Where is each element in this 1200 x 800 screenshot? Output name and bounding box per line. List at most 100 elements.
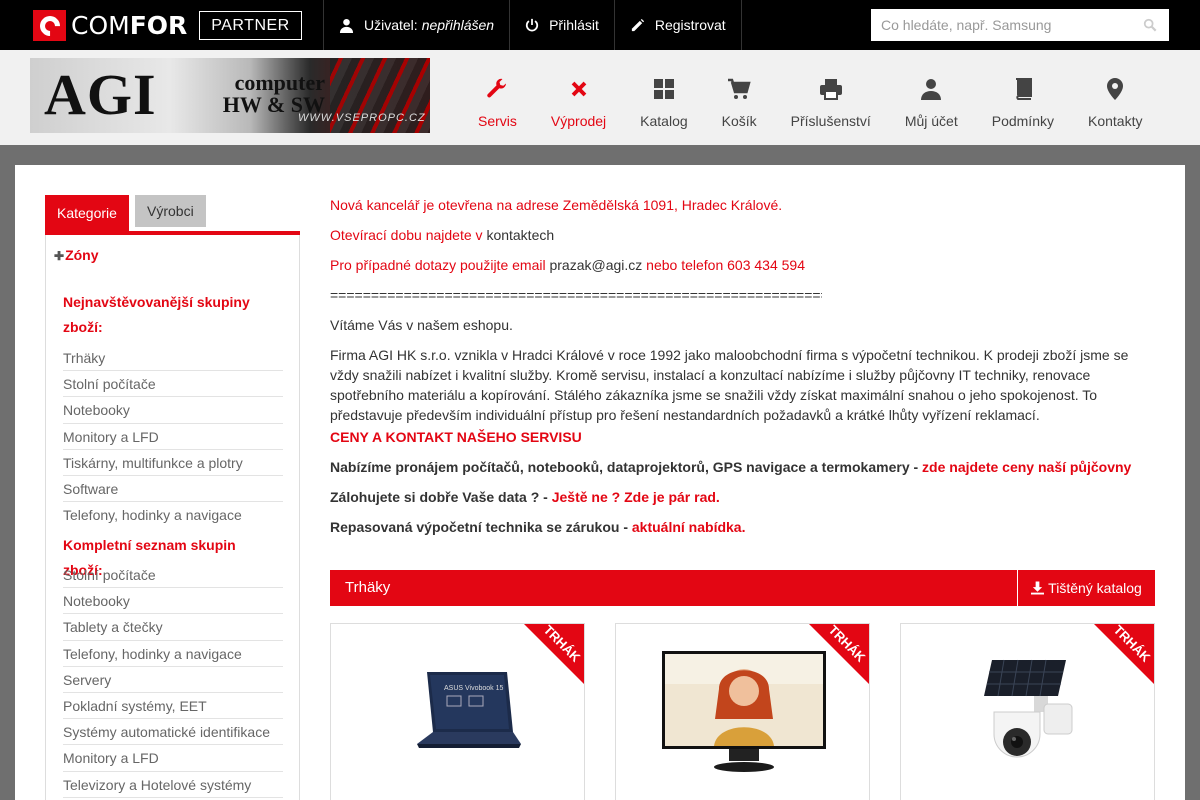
sidebar-item[interactable]: Tiskárny, multifunkce a plotry	[63, 450, 283, 476]
nav-label: Servis	[478, 113, 517, 129]
login-label: Přihlásit	[549, 17, 599, 33]
main-nav: Servis Výprodej Katalog Košík Příslušens…	[461, 50, 1159, 145]
product-card[interactable]: TRHÁK ASUS Vivobook 15	[330, 623, 585, 800]
nav-servis[interactable]: Servis	[461, 50, 534, 145]
category-sidebar: ✚Zóny Nejnavštěvovanější skupiny zboží: …	[45, 235, 300, 800]
about-text: Firma AGI HK s.r.o. vznikla v Hradci Krá…	[330, 347, 1129, 423]
rental-note: Nabízíme pronájem počítačů, notebooků, d…	[330, 459, 1132, 475]
nav-label: Výprodej	[550, 113, 607, 129]
laptop-image[interactable]: ASUS Vivobook 15	[331, 644, 584, 784]
nav-katalog[interactable]: Katalog	[623, 50, 704, 145]
banner-brand: AGI	[44, 62, 157, 127]
email-link[interactable]: prazak@agi.cz	[549, 257, 642, 273]
user-icon	[339, 18, 354, 33]
tab-kategorie[interactable]: Kategorie	[45, 195, 129, 231]
most-visited-list: Trhäky Stolní počítače Notebooky Monitor…	[63, 345, 283, 528]
section-title: Trhäky	[345, 579, 391, 596]
sidebar-item[interactable]: Monitory a LFD	[63, 745, 283, 772]
sidebar-tabs: Kategorie Výrobci	[45, 195, 300, 235]
user-status[interactable]: Uživatel: nepřihlášen	[323, 0, 509, 50]
sidebar-item[interactable]: Monitory a LFD	[63, 424, 283, 450]
backup-link[interactable]: Ještě ne ? Zde je pár rad.	[552, 489, 720, 505]
nav-kontakty[interactable]: Kontakty	[1071, 50, 1159, 145]
top-bar: COMFOR PARTNER Uživatel: nepřihlášen Přih…	[0, 0, 1200, 50]
nav-label: Příslušenství	[790, 113, 871, 129]
zones-toggle[interactable]: ✚Zóny	[54, 247, 99, 263]
contact-note: Pro případné dotazy použijte email praza…	[330, 257, 805, 273]
comfor-logo[interactable]: COMFOR	[33, 10, 187, 41]
nav-vyprodej[interactable]: Výprodej	[534, 50, 623, 145]
nav-label: Katalog	[640, 113, 688, 129]
contacts-link[interactable]: kontaktech	[486, 227, 554, 243]
plus-icon: ✚	[54, 249, 65, 263]
sidebar-item[interactable]: Pokladní systémy, EET	[63, 693, 283, 720]
book-icon	[1013, 76, 1033, 102]
backup-note: Zálohujete si dobře Vaše data ? - Ještě …	[330, 489, 720, 505]
office-notice: Nová kancelář je otevřena na adrese Země…	[330, 197, 783, 213]
search-input[interactable]	[871, 9, 1131, 41]
sidebar-item[interactable]: Servery	[63, 667, 283, 693]
sidebar-item[interactable]: Notebooky	[63, 397, 283, 424]
product-card[interactable]: TRHÁK	[615, 623, 870, 800]
sidebar-item[interactable]: Telefony, hodinky a navigace	[63, 502, 283, 528]
rental-link[interactable]: zde najdete ceny naší půjčovny	[922, 459, 1131, 475]
sidebar-item[interactable]: Notebooky	[63, 588, 283, 615]
sidebar-item[interactable]: Stolní počítače	[63, 562, 283, 589]
sidebar-item[interactable]: Systémy automatické identifikace	[63, 719, 283, 746]
wrench-icon	[485, 76, 509, 102]
user-label: Uživatel:	[364, 17, 418, 33]
most-visited-heading: Nejnavštěvovanější skupiny zboží:	[63, 294, 250, 335]
monitor-image[interactable]	[616, 644, 869, 784]
top-nav: Uživatel: nepřihlášen Přihlásit Registrov…	[323, 0, 742, 50]
phone-number: 603 434 594	[727, 257, 805, 273]
product-card[interactable]: TRHÁK	[900, 623, 1155, 800]
section-header: Trhäky Tištěný katalog	[330, 570, 1155, 606]
service-link[interactable]: CENY A KONTAKT NAŠEHO SERVISU	[330, 427, 1155, 447]
welcome-text: Vítáme Vás v našem eshopu.	[330, 317, 513, 333]
comfor-logo-text: COMFOR	[71, 11, 188, 40]
nav-prislusenstvi[interactable]: Příslušenství	[774, 50, 888, 145]
opening-hours-note: Otevírací dobu najdete v kontaktech	[330, 227, 555, 243]
content-panel: Kategorie Výrobci ✚Zóny Nejnavštěvovaněj…	[15, 165, 1185, 800]
full-category-list: Stolní počítače Notebooky Tablety a čteč…	[63, 562, 283, 798]
printer-icon	[819, 76, 843, 102]
grid-icon	[653, 76, 675, 102]
tab-vyrobci[interactable]: Výrobci	[135, 195, 206, 227]
separator: ========================================…	[330, 287, 822, 303]
banner-subtitle: computer HW & SW	[222, 70, 325, 117]
solar-camera-image[interactable]	[901, 644, 1154, 784]
register-button[interactable]: Registrovat	[613, 0, 742, 50]
agi-banner[interactable]: AGI computer HW & SW WWW.VSEPROPC.CZ	[30, 58, 430, 133]
partner-badge[interactable]: PARTNER	[199, 11, 302, 40]
refurb-link[interactable]: aktuální nabídka.	[632, 519, 746, 535]
user-status-value: nepřihlášen	[421, 17, 495, 33]
sidebar-item[interactable]: Stolní počítače	[63, 371, 283, 398]
sidebar-item[interactable]: Telefony, hodinky a navigace	[63, 641, 283, 667]
nav-podminky[interactable]: Podmínky	[975, 50, 1071, 145]
nav-label: Podmínky	[991, 113, 1054, 129]
login-button[interactable]: Přihlásit	[509, 0, 614, 50]
x-icon	[568, 76, 590, 102]
site-header: AGI computer HW & SW WWW.VSEPROPC.CZ Serv…	[0, 50, 1200, 145]
search-button[interactable]	[1131, 9, 1169, 41]
user-icon	[920, 76, 942, 102]
nav-kosik[interactable]: Košík	[705, 50, 774, 145]
nav-muj-ucet[interactable]: Můj účet	[888, 50, 975, 145]
refurb-note: Repasovaná výpočetní technika se zárukou…	[330, 519, 746, 535]
pencil-icon	[630, 18, 645, 33]
sidebar-item[interactable]: Trhäky	[63, 345, 283, 372]
search-icon	[1143, 18, 1157, 32]
laptop-screen-text: ASUS Vivobook 15	[444, 685, 504, 692]
sidebar-item[interactable]: Tablety a čtečky	[63, 614, 283, 641]
nav-label: Košík	[721, 113, 757, 129]
cart-icon	[727, 76, 751, 102]
power-icon	[525, 18, 539, 32]
nav-label: Můj účet	[904, 113, 958, 129]
register-label: Registrovat	[654, 17, 726, 33]
sidebar-item[interactable]: Software	[63, 476, 283, 503]
printed-catalog-button[interactable]: Tištěný katalog	[1017, 570, 1155, 606]
sidebar-item[interactable]: Televizory a Hotelové systémy	[63, 772, 283, 798]
banner-url: WWW.VSEPROPC.CZ	[298, 112, 426, 124]
search-box	[871, 9, 1169, 41]
comfor-logo-icon	[33, 10, 66, 41]
